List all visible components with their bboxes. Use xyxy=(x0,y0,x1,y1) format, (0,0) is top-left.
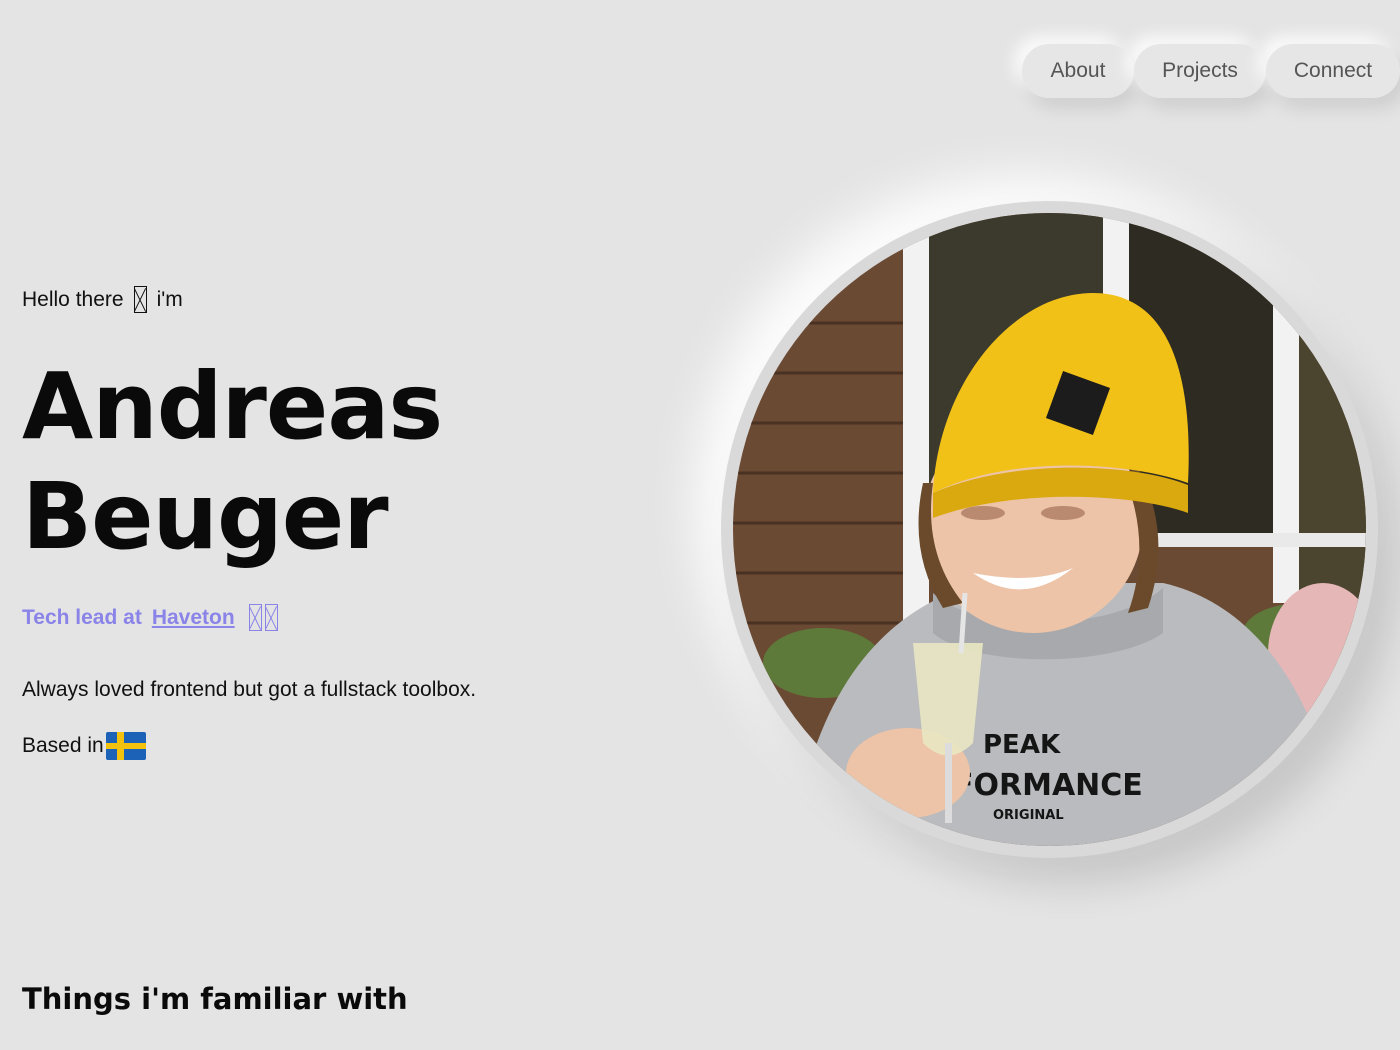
profile-photo-illustration: PEAK FORMANCE ORIGINAL xyxy=(733,213,1366,846)
greeting-suffix: i'm xyxy=(156,287,183,311)
portrait-frame: PEAK FORMANCE ORIGINAL xyxy=(721,201,1378,858)
nav-projects-link[interactable]: Projects xyxy=(1134,44,1266,98)
greeting-text: Hello there xyxy=(22,287,124,311)
tagline: Always loved frontend but got a fullstac… xyxy=(22,678,477,701)
role-line: Tech lead at Haveton xyxy=(22,604,278,631)
top-nav: About Projects Connect xyxy=(1022,44,1400,98)
page: About Projects Connect Hello there i'm A… xyxy=(0,0,1400,1050)
hero-name: Andreas Beuger xyxy=(22,352,443,572)
hoodie-text-2: FORMANCE xyxy=(953,768,1143,803)
nav-about-link[interactable]: About xyxy=(1022,44,1134,98)
wave-emoji-icon xyxy=(133,286,147,313)
skills-section-title: Things i'm familiar with xyxy=(22,982,408,1016)
emoji-box-icon xyxy=(248,604,262,631)
first-name: Andreas xyxy=(22,353,443,460)
profile-photo: PEAK FORMANCE ORIGINAL xyxy=(733,213,1366,846)
sweden-flag-icon xyxy=(105,732,146,760)
location-label: Based in xyxy=(22,734,104,757)
greeting: Hello there i'm xyxy=(22,286,183,313)
nav-connect-link[interactable]: Connect xyxy=(1266,44,1400,98)
emoji-box-icon xyxy=(264,604,278,631)
role-emoji-icon xyxy=(248,604,278,631)
hoodie-text-3: ORIGINAL xyxy=(993,808,1064,823)
hoodie-text-1: PEAK xyxy=(983,730,1061,760)
last-name: Beuger xyxy=(22,463,389,570)
role-text: Tech lead at xyxy=(22,605,142,629)
location: Based in xyxy=(22,732,146,760)
company-link[interactable]: Haveton xyxy=(152,606,235,630)
